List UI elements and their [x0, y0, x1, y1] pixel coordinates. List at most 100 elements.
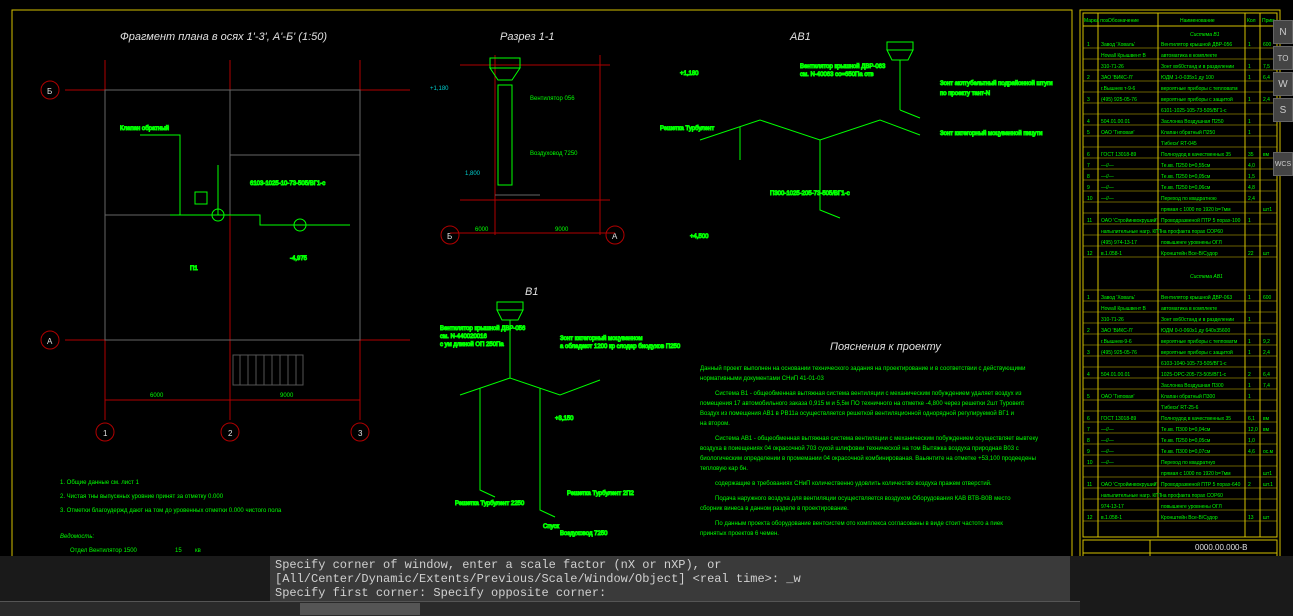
svg-text:—//—: —//— — [1101, 460, 1114, 466]
svg-text:Кронштейн Все-В/Судор: Кронштейн Все-В/Судор — [1161, 250, 1218, 257]
wcs-indicator[interactable]: WCS — [1273, 152, 1293, 176]
sheet-border — [12, 10, 1072, 556]
svg-text:принятых проектов 6 чемен.: принятых проектов 6 чемен. — [700, 531, 779, 537]
svg-text:7,5: 7,5 — [1263, 64, 1270, 70]
svg-text:Данный проект выполнен на осно: Данный проект выполнен на основании техн… — [700, 365, 1025, 372]
svg-text:вм: вм — [1263, 152, 1270, 158]
av1-iso: Решетка Турбулент Зонт аклтубельтный под… — [660, 42, 1053, 240]
svg-text:1: 1 — [1248, 317, 1251, 323]
svg-text:Вентилятор крышной ДВР-063: Вентилятор крышной ДВР-063 — [800, 63, 886, 70]
svg-text:Howall Крышвент В: Howall Крышвент В — [1101, 53, 1147, 59]
svg-text:6103-1040-105-73-505/ВГ1-с: 6103-1040-105-73-505/ВГ1-с — [1161, 361, 1227, 367]
viewcube-s[interactable]: S — [1273, 98, 1293, 122]
svg-text:3: 3 — [1087, 97, 1090, 103]
svg-text:ГОСТ 13018-89: ГОСТ 13018-89 — [1101, 416, 1137, 422]
svg-text:15: 15 — [175, 548, 182, 554]
svg-text:310-71-26: 310-71-26 — [1101, 317, 1124, 323]
svg-text:12: 12 — [1087, 251, 1093, 257]
svg-text:+1,180: +1,180 — [680, 71, 699, 77]
svg-text:Те.кв. П250 b=0,06см: Те.кв. П250 b=0,06см — [1161, 185, 1211, 191]
svg-text:7: 7 — [1087, 427, 1090, 433]
svg-text:1: 1 — [1087, 42, 1090, 48]
svg-text:504.01.00.01: 504.01.00.01 — [1101, 372, 1130, 378]
svg-text:Вентилятор крышной ДВР-056: Вентилятор крышной ДВР-056 — [440, 325, 526, 332]
svg-text:По данным проекта оборудование: По данным проекта оборудование вентсисте… — [715, 521, 1003, 527]
svg-text:шт: шт — [1263, 251, 1270, 257]
viewcube-w[interactable]: W — [1273, 72, 1293, 96]
viewcube-to[interactable]: TO — [1273, 46, 1293, 70]
svg-text:ОАО 'Типовая': ОАО 'Типовая' — [1101, 130, 1134, 136]
notes-body: Данный проект выполнен на основании техн… — [700, 365, 1038, 537]
viewcube-n[interactable]: N — [1273, 20, 1293, 44]
model-space[interactable]: Фрагмент плана в осях 1'-3', А'-Б' (1:50… — [0, 0, 1293, 556]
svg-text:Переход по квадратнуо: Переход по квадратнуо — [1161, 460, 1216, 466]
svg-text:нормативными документами СНиП: нормативными документами СНиП 41-01-03 — [700, 376, 824, 382]
svg-text:Кол: Кол — [1247, 18, 1256, 24]
svg-text:ОАО 'Стройинвокруший': ОАО 'Стройинвокруший' — [1101, 217, 1157, 224]
scroll-thumb[interactable] — [300, 603, 420, 615]
drawing-svg: Фрагмент плана в осях 1'-3', А'-Б' (1:50… — [0, 0, 1293, 556]
svg-text:Завод 'Ховаль': Завод 'Ховаль' — [1101, 295, 1135, 301]
svg-text:вм: вм — [1263, 416, 1270, 422]
svg-text:1: 1 — [1248, 119, 1251, 125]
svg-text:Клапан обратный П300: Клапан обратный П300 — [1161, 393, 1215, 400]
svg-text:(495) 974-13-17: (495) 974-13-17 — [1101, 240, 1137, 246]
svg-text:6,4: 6,4 — [1263, 372, 1270, 378]
plan-grid: Б А 1 2 3 6000 9000 — [41, 60, 410, 441]
svg-text:Система АВ1 - общеобменная выт: Система АВ1 - общеобменная вытяжная сист… — [715, 436, 1038, 442]
svg-text:Решетка Турбулент 2П2: Решетка Турбулент 2П2 — [567, 491, 635, 497]
svg-text:6000: 6000 — [475, 227, 489, 233]
svg-text:600: 600 — [1263, 295, 1272, 301]
svg-text:1: 1 — [1248, 97, 1251, 103]
svg-text:—//—: —//— — [1101, 185, 1114, 191]
svg-text:Клапан обратный П250: Клапан обратный П250 — [1161, 129, 1215, 136]
svg-text:см. N-40063 со=650Па отв: см. N-40063 со=650Па отв — [800, 72, 874, 78]
svg-text:Клапан обратный: Клапан обратный — [120, 125, 169, 132]
svg-text:12: 12 — [1087, 515, 1093, 521]
cad-viewport[interactable]: Фрагмент плана в осях 1'-3', А'-Б' (1:50… — [0, 0, 1293, 616]
svg-text:Вентилятор крышной ДВР-063: Вентилятор крышной ДВР-063 — [1161, 294, 1232, 301]
svg-text:7,4: 7,4 — [1263, 383, 1270, 389]
svg-text:1: 1 — [1248, 130, 1251, 136]
svg-text:Марка поз.: Марка поз. — [1084, 18, 1109, 24]
svg-text:2: 2 — [1087, 328, 1090, 334]
svg-text:1: 1 — [1248, 75, 1251, 81]
svg-text:ЗАО 'ВИКС-Л': ЗАО 'ВИКС-Л' — [1101, 328, 1133, 334]
svg-text:9: 9 — [1087, 185, 1090, 191]
svg-text:Те.кв. П250 b=0,05см: Те.кв. П250 b=0,05см — [1161, 438, 1211, 444]
svg-text:Подача наружного воздуха для в: Подача наружного воздуха для вентиляции … — [715, 496, 1011, 502]
stairs — [233, 355, 303, 385]
svg-text:Полноудод в качественных 35: Полноудод в качественных 35 — [1161, 152, 1231, 158]
svg-text:1,5: 1,5 — [1248, 174, 1255, 180]
plan-notes: 1. Общие данные см. лист 1 2. Чистая тны… — [60, 480, 282, 514]
svg-text:1: 1 — [1248, 218, 1251, 224]
svg-text:—//—: —//— — [1101, 449, 1114, 455]
tech-list: Ведомость: Отдел Вентилятор 1500 15 кв В… — [60, 534, 206, 556]
svg-text:ЗАО 'ВИКС-Л': ЗАО 'ВИКС-Л' — [1101, 75, 1133, 81]
svg-text:1: 1 — [1248, 394, 1251, 400]
command-line[interactable]: Specify corner of window, enter a scale … — [270, 556, 1070, 601]
svg-text:вероятные приборы с защитой: вероятные приборы с защитой — [1161, 96, 1233, 103]
svg-text:ЮДМ 0-0-060х1 ду 640х35600: ЮДМ 0-0-060х1 ду 640х35600 — [1161, 328, 1230, 334]
svg-text:в.1.058-1: в.1.058-1 — [1101, 251, 1122, 257]
svg-text:9000: 9000 — [555, 227, 569, 233]
svg-text:Вентилятор 056: Вентилятор 056 — [530, 96, 575, 102]
svg-text:Проводразвеной ПТР 5 порах-100: Проводразвеной ПТР 5 порах-100 — [1161, 217, 1241, 224]
svg-text:см. N-440020016: см. N-440020016 — [440, 334, 487, 340]
svg-text:+3,150: +3,150 — [555, 416, 574, 422]
svg-text:Переход по квадратною: Переход по квадратною — [1161, 196, 1217, 202]
svg-text:6: 6 — [1087, 152, 1090, 158]
svg-text:содержащие в требованиях СНиП: содержащие в требованиях СНиП количестве… — [715, 480, 992, 487]
svg-text:'Гибеси' RT-25-6: 'Гибеси' RT-25-6 — [1161, 405, 1199, 411]
svg-text:—//—: —//— — [1101, 174, 1114, 180]
horizontal-scrollbar[interactable] — [0, 601, 1080, 616]
svg-text:Зонт категорный моцуванном: Зонт категорный моцуванном — [560, 335, 643, 342]
svg-text:4: 4 — [1087, 372, 1090, 378]
svg-text:3. Отметки благоудержд дают на: 3. Отметки благоудержд дают на том до ур… — [60, 508, 282, 514]
svg-text:шт1: шт1 — [1263, 471, 1272, 477]
svg-text:П300-1025-205-73-505/ВГ1-с: П300-1025-205-73-505/ВГ1-с — [770, 191, 850, 197]
svg-text:Те.кв. П250 b=0,55см: Те.кв. П250 b=0,55см — [1161, 163, 1211, 169]
svg-text:2,4: 2,4 — [1263, 350, 1270, 356]
svg-text:8: 8 — [1087, 174, 1090, 180]
svg-text:вероятные приборы с тепловатм: вероятные приборы с тепловатм — [1161, 86, 1238, 92]
